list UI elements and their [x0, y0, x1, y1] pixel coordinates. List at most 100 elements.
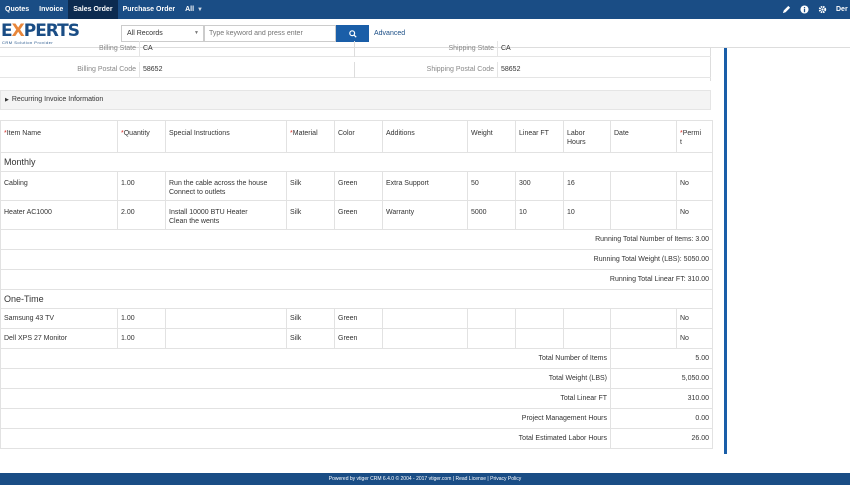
additions-cell: Warranty [382, 200, 468, 230]
summary-row: Total Number of Items 5.00 [0, 348, 713, 369]
shipping-state-label: Shipping State [448, 45, 494, 52]
column-header-weight[interactable]: Weight [467, 120, 516, 153]
permit-cell: No [676, 328, 713, 349]
column-header-additions[interactable]: Additions [382, 120, 468, 153]
group-title: Monthly [0, 152, 713, 172]
shipping-postal-value: 58652 [501, 66, 521, 73]
table-row[interactable]: Dell XPS 27 Monitor 1.00 Silk Green No [0, 328, 713, 349]
tab-invoice[interactable]: Invoice [34, 0, 68, 19]
divider [497, 41, 498, 57]
summary-label: Total Estimated Labor Hours [0, 428, 611, 449]
table-row[interactable]: Heater AC1000 2.00 Install 10000 BTU Hea… [0, 200, 713, 230]
additions-cell: Extra Support [382, 171, 468, 201]
shipping-state-value: CA [501, 45, 511, 52]
material-cell: Silk [286, 171, 335, 201]
instruction-line: Install 10000 BTU Heater [169, 209, 248, 216]
column-header-quantity[interactable]: *Quantity [117, 120, 166, 153]
group-row-one-time: One-Time [0, 289, 713, 309]
weight-cell [467, 308, 516, 329]
user-menu[interactable]: Der [836, 6, 850, 13]
chevron-down-icon: ▼ [194, 30, 199, 36]
pencil-icon[interactable] [782, 5, 791, 14]
column-header-material[interactable]: *Material [286, 120, 335, 153]
column-header-item-name[interactable]: *Item Name [0, 120, 118, 153]
tab-all[interactable]: All ▼ [180, 0, 208, 19]
summary-value: 5,050.00 [610, 368, 713, 389]
color-cell: Green [334, 308, 383, 329]
labor-hours-cell: 10 [563, 200, 611, 230]
summary-value: 310.00 [610, 388, 713, 409]
divider [139, 62, 140, 78]
summary-label: Total Linear FT [0, 388, 611, 409]
item-name-cell: Cabling [0, 171, 118, 201]
color-cell: Green [334, 171, 383, 201]
billing-postal-label: Billing Postal Code [77, 66, 136, 73]
special-instructions-cell: Run the cable across the house Connect to… [165, 171, 287, 201]
footer: Powered by vtiger CRM 6.4.0 © 2004 - 201… [0, 473, 850, 485]
divider [497, 62, 498, 78]
column-header-date[interactable]: Date [610, 120, 677, 153]
billing-state-label: Billing State [99, 45, 136, 52]
date-cell [610, 171, 677, 201]
column-label: Quantity [123, 130, 150, 137]
quantity-cell: 1.00 [117, 328, 166, 349]
summary-row: Total Estimated Labor Hours 26.00 [0, 428, 713, 449]
summary-value: 0.00 [610, 408, 713, 429]
records-filter-select[interactable]: All Records ▼ [121, 25, 204, 42]
linear-ft-cell [515, 308, 564, 329]
instruction-line: Clean the wents [169, 218, 220, 225]
sidebar-divider [724, 48, 727, 454]
table-row[interactable]: Cabling 1.00 Run the cable across the ho… [0, 171, 713, 201]
permit-cell: No [676, 200, 713, 230]
info-icon[interactable] [800, 5, 809, 14]
quantity-cell: 1.00 [117, 308, 166, 329]
gear-icon[interactable] [818, 5, 827, 14]
column-header-labor-hours[interactable]: Labor Hours [563, 120, 611, 153]
quantity-cell: 1.00 [117, 171, 166, 201]
advanced-search-link[interactable]: Advanced [374, 30, 405, 37]
table-row[interactable]: Samsung 43 TV 1.00 Silk Green No [0, 308, 713, 329]
running-total-row: Running Total Number of Items: 3.00 [0, 229, 713, 250]
group-row-monthly: Monthly [0, 152, 713, 172]
summary-value: 5.00 [610, 348, 713, 369]
billing-state-value: CA [143, 45, 153, 52]
chevron-down-icon: ▼ [197, 7, 203, 13]
weight-cell: 5000 [467, 200, 516, 230]
summary-value: 26.00 [610, 428, 713, 449]
summary-row: Total Weight (LBS) 5,050.00 [0, 368, 713, 389]
item-name-cell: Heater AC1000 [0, 200, 118, 230]
address-row-postal: Billing Postal Code 58652 Shipping Posta… [0, 62, 711, 78]
additions-cell [382, 328, 468, 349]
tab-quotes[interactable]: Quotes [0, 0, 34, 19]
special-instructions-cell [165, 328, 287, 349]
recurring-invoice-label: Recurring Invoice Information [11, 96, 104, 103]
running-total-items: Running Total Number of Items: 3.00 [0, 229, 713, 250]
running-total-row: Running Total Weight (LBS): 5050.00 [0, 249, 713, 270]
column-header-special-instructions[interactable]: Special Instructions [165, 120, 287, 153]
special-instructions-cell: Install 10000 BTU Heater Clean the wents [165, 200, 287, 230]
divider [139, 41, 140, 57]
column-header-color[interactable]: Color [334, 120, 383, 153]
summary-label: Project Management Hours [0, 408, 611, 429]
summary-label: Total Number of Items [0, 348, 611, 369]
color-cell: Green [334, 328, 383, 349]
shipping-postal-label: Shipping Postal Code [426, 66, 494, 73]
company-logo[interactable]: EXPERTS [1, 23, 80, 40]
search-input[interactable] [204, 25, 336, 42]
tab-purchase-order[interactable]: Purchase Order [118, 0, 181, 19]
linear-ft-cell: 10 [515, 200, 564, 230]
date-cell [610, 200, 677, 230]
table-header-row: *Item Name *Quantity Special Instruction… [0, 120, 713, 153]
address-block: Billing State CA Shipping State CA Billi… [0, 41, 711, 81]
column-header-permit[interactable]: *Permi t [676, 120, 713, 153]
column-label: Item Name [6, 130, 41, 137]
search-button[interactable] [336, 25, 369, 42]
column-header-linear-ft[interactable]: Linear FT [515, 120, 564, 153]
instruction-line: Run the cable across the house [169, 180, 268, 187]
date-cell [610, 308, 677, 329]
tab-sales-order[interactable]: Sales Order [68, 0, 118, 19]
recurring-invoice-toggle[interactable]: ▶ Recurring Invoice Information [0, 90, 711, 110]
color-cell: Green [334, 200, 383, 230]
weight-cell: 50 [467, 171, 516, 201]
chevron-right-icon: ▶ [5, 97, 9, 103]
